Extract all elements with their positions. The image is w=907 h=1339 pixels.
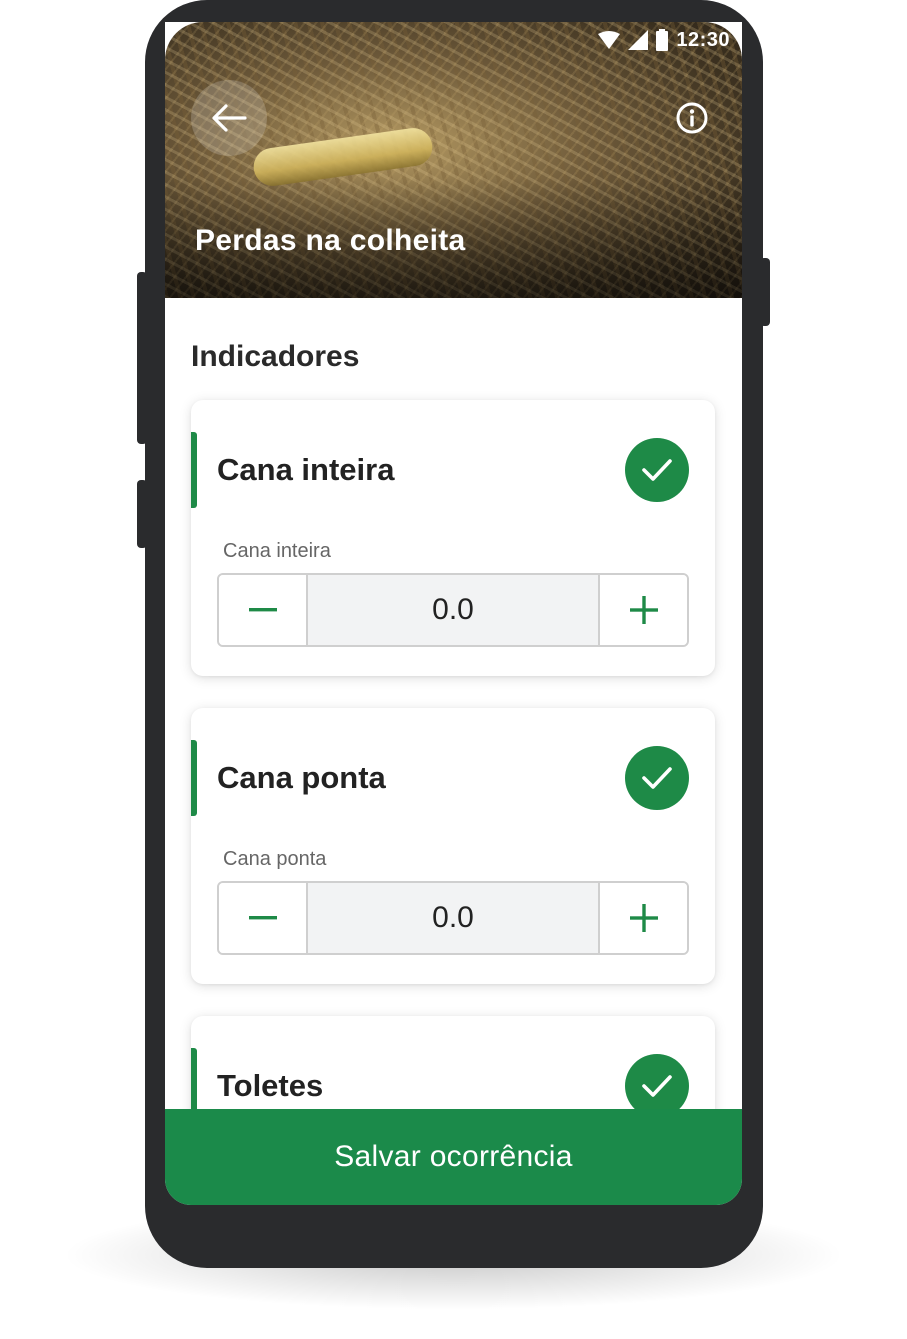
quantity-stepper: 0.0 [217, 573, 689, 647]
info-icon [676, 102, 708, 134]
quantity-stepper: 0.0 [217, 881, 689, 955]
field-label: Cana inteira [223, 540, 331, 562]
plus-icon [629, 596, 658, 624]
section-title: Indicadores [191, 340, 360, 373]
info-button[interactable] [674, 100, 710, 136]
card-title: Cana inteira [217, 452, 395, 487]
stepper-value[interactable]: 0.0 [306, 575, 600, 645]
stepper-value[interactable]: 0.0 [306, 883, 600, 953]
check-icon [642, 1075, 672, 1097]
battery-icon [656, 29, 669, 51]
check-badge[interactable] [625, 438, 689, 502]
app-screen: 12:30 Perdas na colheita Indicadores Can… [165, 22, 742, 1205]
decrement-button[interactable] [219, 575, 306, 645]
save-button[interactable]: Salvar ocorrência [165, 1109, 742, 1205]
plus-icon [629, 904, 658, 932]
card-accent-bar [191, 432, 197, 508]
wifi-icon [598, 31, 621, 49]
check-badge[interactable] [625, 746, 689, 810]
increment-button[interactable] [600, 883, 687, 953]
indicator-card-cana-inteira: Cana inteira Cana inteira 0.0 [191, 400, 715, 676]
field-label: Cana ponta [223, 848, 327, 870]
indicator-card-cana-ponta: Cana ponta Cana ponta 0.0 [191, 708, 715, 984]
signal-icon [628, 30, 649, 50]
back-button[interactable] [191, 80, 267, 156]
arrow-left-icon [212, 104, 247, 132]
decrement-button[interactable] [219, 883, 306, 953]
status-time: 12:30 [676, 28, 730, 51]
increment-button[interactable] [600, 575, 687, 645]
minus-icon [248, 916, 277, 920]
page-title: Perdas na colheita [195, 224, 466, 257]
card-title: Cana ponta [217, 760, 386, 795]
header-image: 12:30 Perdas na colheita [165, 22, 742, 298]
check-icon [642, 767, 672, 789]
card-title: Toletes [217, 1068, 324, 1103]
check-icon [642, 459, 672, 481]
minus-icon [248, 608, 277, 612]
card-accent-bar [191, 740, 197, 816]
status-bar: 12:30 [598, 28, 730, 52]
